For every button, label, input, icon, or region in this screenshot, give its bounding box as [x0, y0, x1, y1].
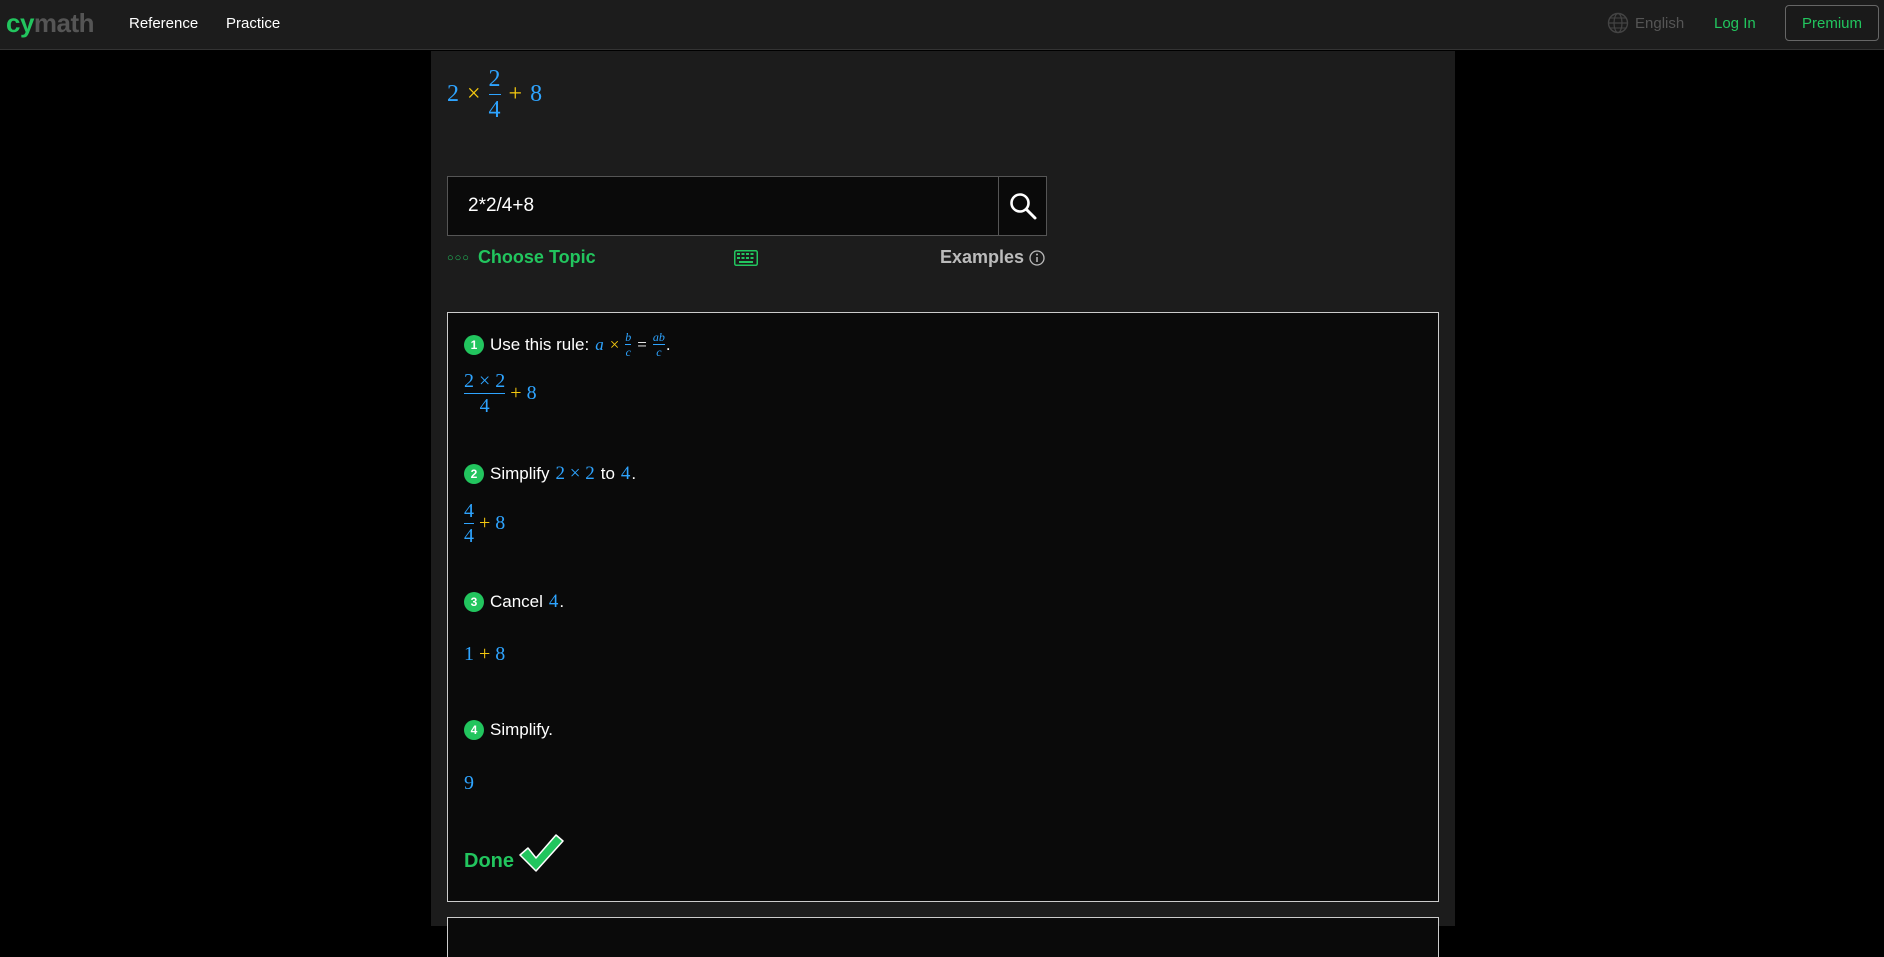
examples-label: Examples [940, 247, 1025, 267]
premium-button[interactable]: Premium [1785, 5, 1879, 41]
search-bar [447, 176, 1047, 236]
checkmark-icon [519, 834, 564, 872]
preview-numerator: 2 [488, 66, 501, 92]
step-4: 4 Simplify. [464, 720, 553, 740]
result-denominator: 4 [464, 525, 474, 547]
examples-button[interactable]: Examples [940, 247, 1045, 268]
language-selector[interactable]: English [1607, 12, 1684, 34]
step-number-badge: 2 [464, 464, 484, 484]
final-answer: 9 [464, 772, 474, 794]
step-3: 3 Cancel 4 . [464, 591, 564, 613]
rule-fraction-bc: b c [625, 330, 632, 359]
step-period: . [665, 334, 671, 354]
fraction-bar [464, 393, 506, 394]
step-period: . [631, 464, 637, 483]
result-plus: + [510, 382, 522, 404]
nav-reference-link[interactable]: Reference [129, 15, 198, 32]
step-text: Use this rule: [490, 334, 590, 354]
result-term: 8 [495, 512, 506, 534]
next-panel [447, 917, 1439, 957]
choose-topic-button[interactable]: ○○○ Choose Topic [447, 247, 596, 268]
step-4-result: 9 [464, 772, 474, 795]
globe-icon [1607, 12, 1629, 34]
step-to: to [600, 464, 615, 483]
step-number-badge: 1 [464, 334, 484, 355]
dots-icon: ○○○ [447, 251, 470, 264]
info-icon [1029, 249, 1045, 266]
step-value: 4 [620, 463, 631, 484]
nav-practice-link[interactable]: Practice [226, 15, 280, 32]
result-plus: + [479, 643, 491, 665]
step-number-badge: 3 [464, 592, 484, 612]
step-period: . [559, 592, 565, 611]
search-input[interactable] [448, 177, 998, 235]
rule-ab: ab [652, 330, 665, 344]
step-expression: 2 × 2 [555, 463, 595, 484]
fraction-bar [488, 94, 501, 95]
preview-fraction: 2 4 [488, 66, 501, 123]
cymath-logo[interactable]: cymath [6, 8, 95, 39]
done-indicator: Done [464, 833, 564, 873]
keyboard-icon[interactable] [734, 250, 758, 266]
search-button[interactable] [998, 177, 1046, 235]
done-label: Done [464, 850, 514, 872]
math-preview: 2 × 2 4 + 8 [447, 67, 542, 122]
step-1-result: 2 × 2 4 + 8 [464, 371, 537, 416]
preview-denominator: 4 [488, 97, 501, 123]
top-navbar: cymath Reference Practice English Log In… [0, 0, 1884, 50]
rule-a: a [595, 334, 604, 354]
step-2: 2 Simplify 2 × 2 to 4 . [464, 463, 636, 485]
result-plus: + [479, 512, 491, 534]
preview-term-a: 2 [447, 81, 459, 107]
step-2-result: 4 4 + 8 [464, 501, 505, 546]
result-term: 8 [526, 382, 537, 404]
login-link[interactable]: Log In [1714, 15, 1756, 32]
preview-times: × [467, 81, 481, 107]
result-term-a: 1 [464, 643, 474, 665]
preview-plus: + [508, 81, 523, 107]
result-denominator: 4 [479, 395, 490, 417]
logo-cy: cy [6, 8, 34, 38]
search-icon [1009, 193, 1036, 220]
rule-times: × [609, 334, 620, 354]
rule-fraction-abc: ab c [652, 330, 665, 359]
result-fraction: 4 4 [464, 501, 474, 546]
step-1: 1 Use this rule: a × b c = ab c . [464, 331, 671, 358]
step-value: 4 [548, 591, 559, 612]
logo-math: math [33, 8, 95, 38]
rule-b: b [625, 330, 632, 344]
step-text: Simplify. [490, 720, 553, 739]
step-number-badge: 4 [464, 720, 484, 740]
fraction-bar [464, 523, 474, 524]
rule-c: c [625, 345, 631, 359]
main-column: 2 × 2 4 + 8 ○○○ Choose Topic Exa [431, 51, 1455, 957]
solution-panel: 1 Use this rule: a × b c = ab c . 2 × 2 … [447, 312, 1439, 902]
language-label: English [1635, 14, 1685, 32]
rule-equals: = [637, 334, 647, 354]
result-term-b: 8 [495, 643, 506, 665]
result-numerator: 2 × 2 [464, 370, 506, 392]
step-text: Cancel [490, 592, 543, 611]
preview-term-b: 8 [530, 81, 543, 107]
result-numerator: 4 [464, 500, 474, 522]
step-3-result: 1 + 8 [464, 643, 505, 666]
step-text: Simplify [490, 464, 550, 483]
rule-c2: c [656, 345, 662, 359]
choose-topic-label: Choose Topic [477, 247, 596, 267]
result-fraction: 2 × 2 4 [464, 370, 506, 417]
